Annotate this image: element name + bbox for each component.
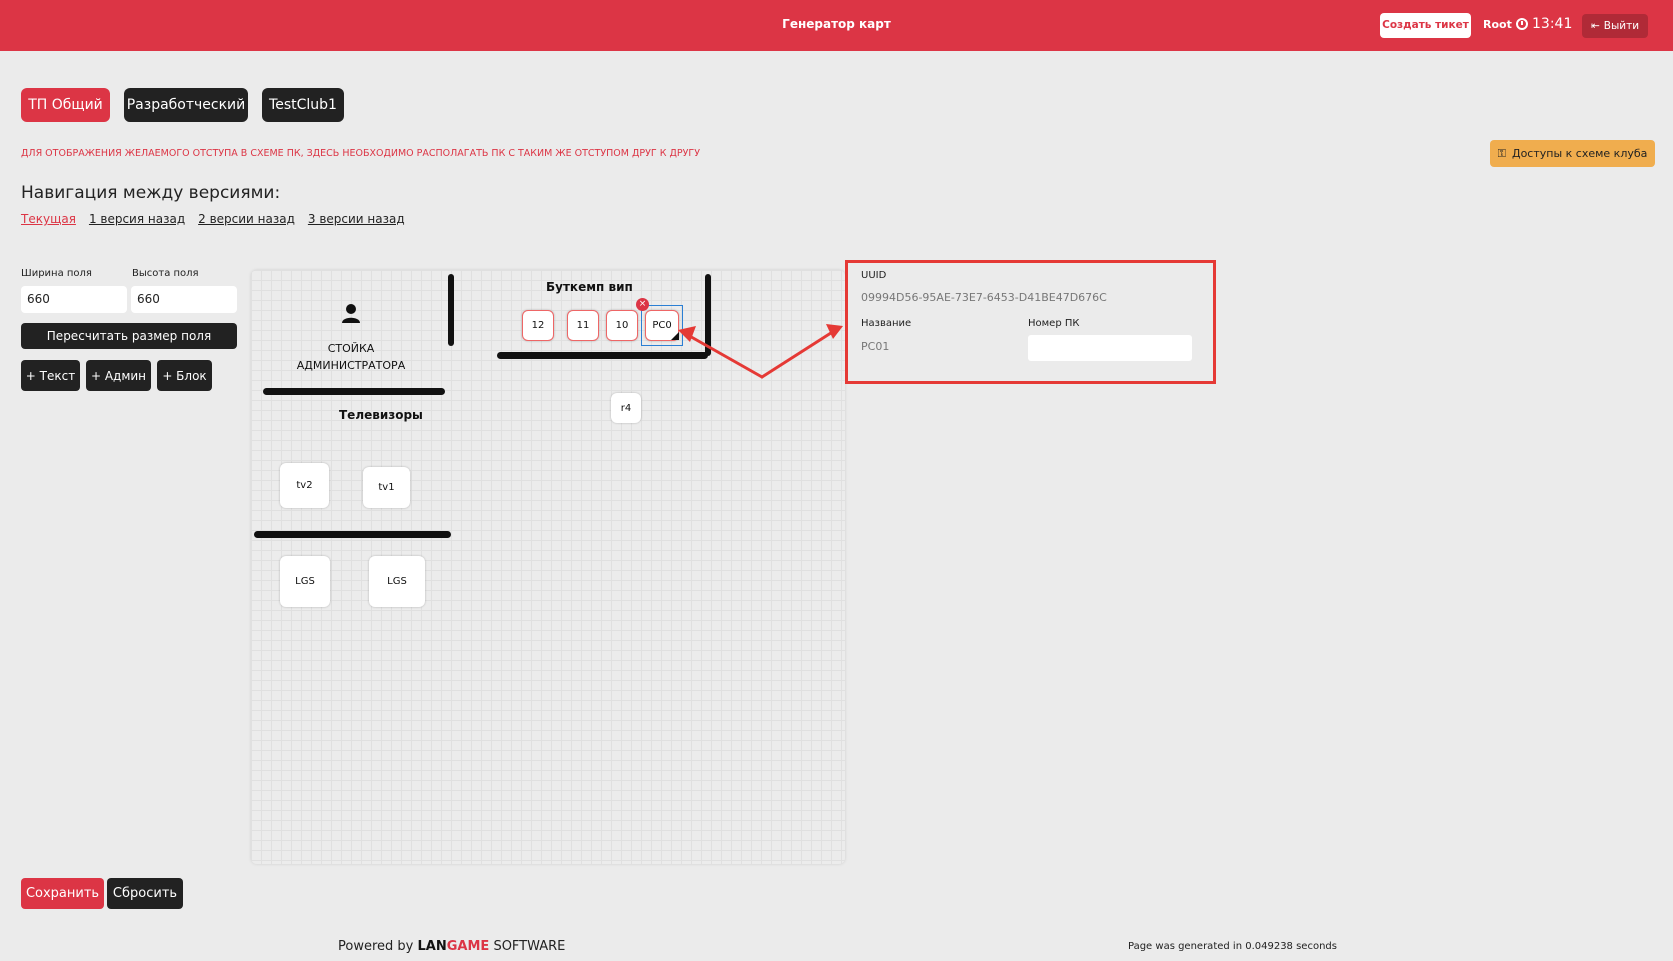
brand-lan: LAN [417, 939, 447, 954]
brand-logo: LANGAME [418, 939, 490, 954]
powered-by-text: Powered by [338, 939, 414, 954]
annotation-arrows [678, 324, 843, 379]
reset-button[interactable]: Сбросить [107, 878, 183, 909]
save-button[interactable]: Сохранить [21, 878, 104, 909]
generation-time: Page was generated in 0.049238 seconds [1128, 941, 1337, 952]
powered-by: Powered by LANGAME SOFTWARE [338, 939, 565, 954]
brand-game: GAME [446, 939, 490, 954]
brand-software: SOFTWARE [493, 939, 566, 954]
